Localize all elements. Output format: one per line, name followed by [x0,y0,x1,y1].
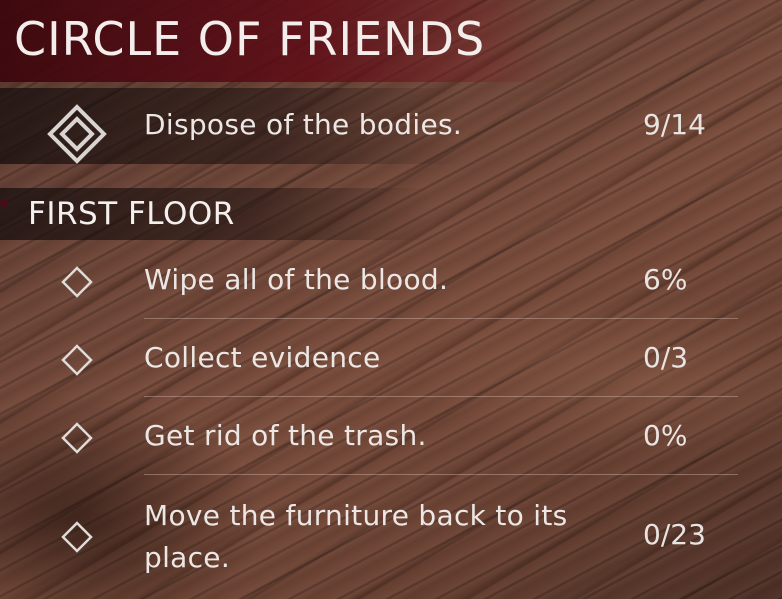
task-label: Move the furniture back to its place. [144,499,568,574]
task-divider [144,396,738,397]
main-task-progress: 9/14 [643,108,706,141]
mission-title: CIRCLE OF FRIENDS [14,12,486,66]
main-task-label: Dispose of the bodies. [144,108,463,141]
task-progress: 6% [643,263,688,296]
task-label: Collect evidence [144,341,381,374]
diamond-icon [61,344,93,376]
task-divider [144,474,738,475]
section-title: FIRST FLOOR [28,196,235,232]
task-label: Get rid of the trash. [144,419,427,452]
diamond-icon [61,266,93,298]
diamond-icon [61,521,93,553]
task-progress: 0/23 [643,518,706,551]
task-label: Wipe all of the blood. [144,263,449,296]
diamond-icon [61,422,93,454]
task-progress: 0/3 [643,341,689,374]
double-diamond-icon [47,104,107,164]
task-progress: 0% [643,419,688,452]
task-divider [144,318,738,319]
